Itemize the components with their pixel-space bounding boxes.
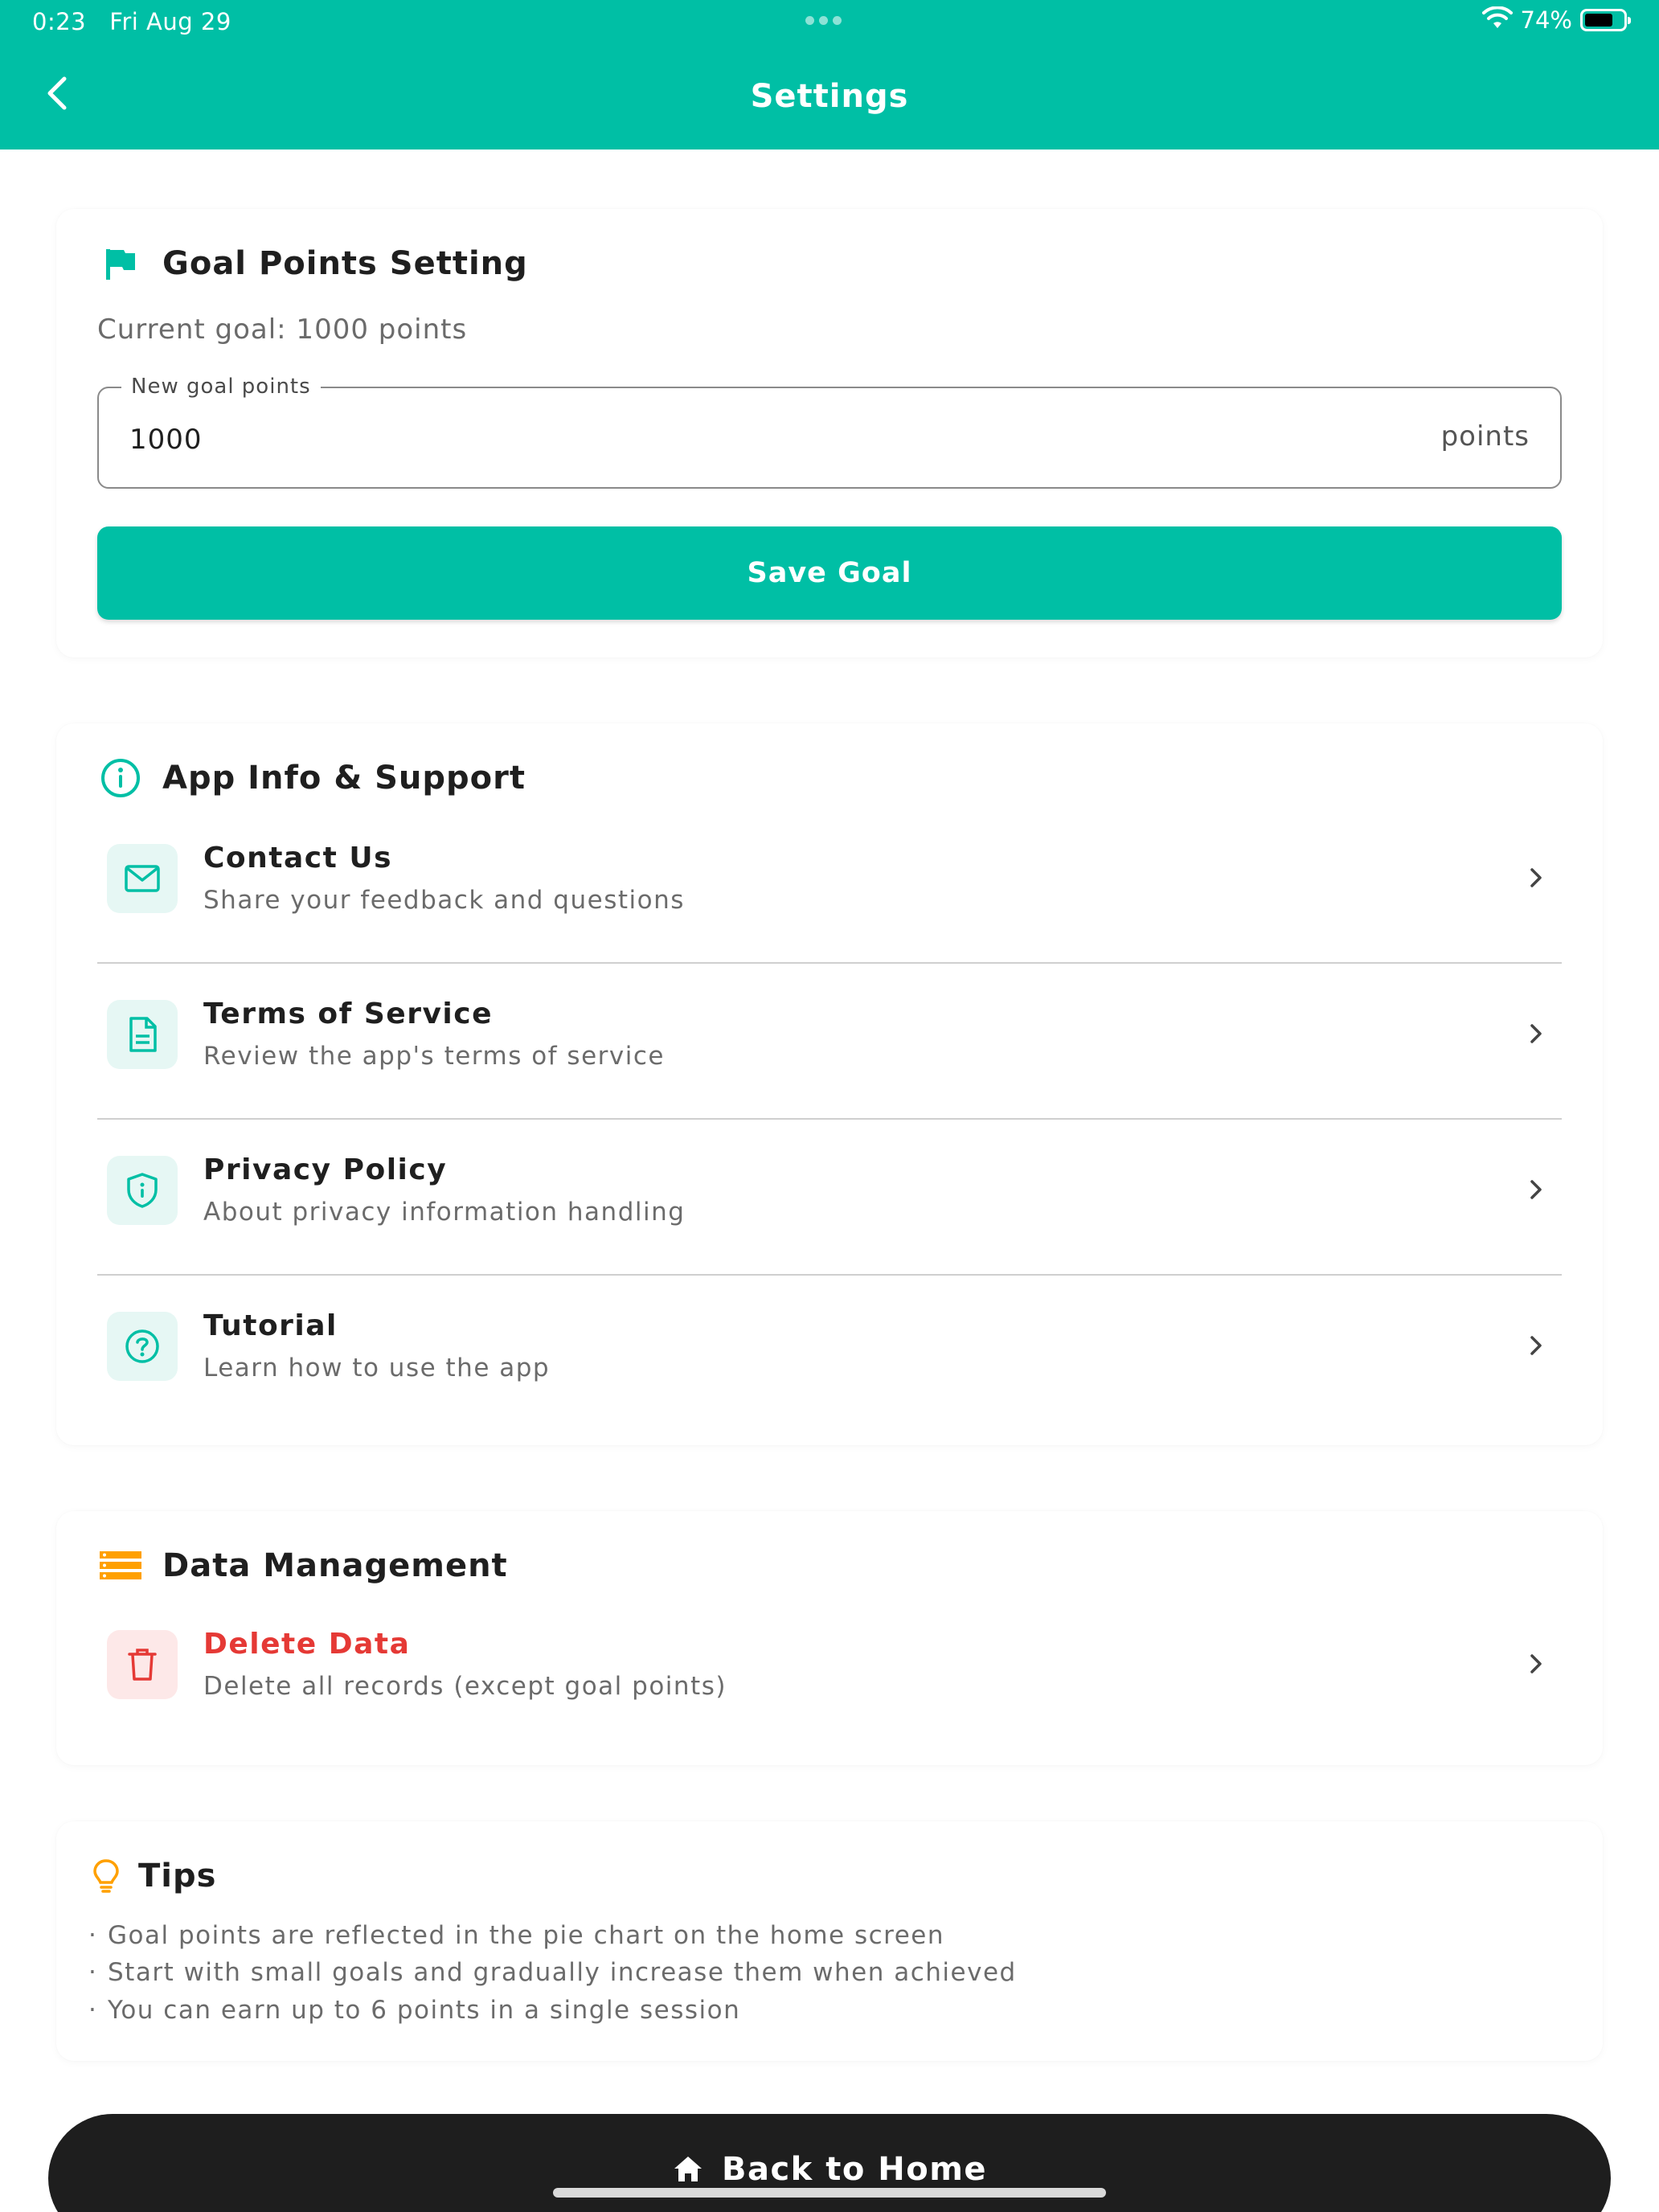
- goal-points-input[interactable]: [129, 417, 1255, 462]
- row-title: Delete Data: [203, 1628, 411, 1661]
- chevron-right-icon: [1520, 862, 1552, 894]
- chevron-right-icon: [1520, 1174, 1552, 1206]
- status-time: 0:23 Fri Aug 29: [32, 8, 231, 35]
- divider: [97, 1274, 1562, 1276]
- help-circle-icon: [107, 1312, 178, 1381]
- home-icon: [674, 2157, 702, 2181]
- goal-points-field[interactable]: New goal points points: [97, 374, 1562, 489]
- battery-icon: [1580, 9, 1631, 31]
- mail-icon: [107, 844, 178, 913]
- divider: [97, 962, 1562, 964]
- data-management-card: Data Management Delete Data Delete all r…: [56, 1511, 1603, 1765]
- data-card-title: Data Management: [98, 1543, 508, 1588]
- app-header: 0:23 Fri Aug 29 74% Settings: [0, 0, 1659, 150]
- row-title: Contact Us: [203, 842, 393, 875]
- goal-field-suffix: points: [1440, 420, 1530, 453]
- save-goal-button[interactable]: Save Goal: [97, 526, 1562, 620]
- lightbulb-icon: [90, 1854, 122, 1899]
- home-indicator[interactable]: [553, 2188, 1106, 2198]
- divider: [97, 1118, 1562, 1120]
- trash-icon: [107, 1630, 178, 1699]
- row-subtitle: About privacy information handling: [203, 1198, 686, 1227]
- document-icon: [107, 1000, 178, 1069]
- row-subtitle: Share your feedback and questions: [203, 886, 685, 915]
- multitasking-dots-icon[interactable]: [805, 16, 842, 25]
- tips-title: Tips: [90, 1854, 216, 1899]
- wifi-icon: [1481, 6, 1513, 34]
- shield-icon: [107, 1156, 178, 1225]
- data-card-title-text: Data Management: [162, 1547, 508, 1584]
- chevron-right-icon: [1520, 1329, 1552, 1362]
- app-info-card: App Info & Support Contact Us Share your…: [56, 723, 1603, 1445]
- tip-item: · Goal points are reflected in the pie ch…: [88, 1921, 945, 1950]
- contact-us-row[interactable]: Contact Us Share your feedback and quest…: [97, 813, 1562, 956]
- current-goal-text: Current goal: 1000 points: [97, 313, 468, 346]
- goal-card-title: Goal Points Setting: [98, 241, 528, 286]
- status-right: 74%: [1481, 6, 1631, 34]
- row-title: Tutorial: [203, 1309, 338, 1342]
- flag-icon: [98, 241, 143, 286]
- tip-item: · You can earn up to 6 points in a single…: [88, 1996, 741, 2025]
- info-card-title: App Info & Support: [98, 756, 526, 801]
- goal-field-label: New goal points: [121, 374, 321, 399]
- tip-item: · Start with small goals and gradually in…: [88, 1958, 1017, 1987]
- home-button-label: Back to Home: [721, 2151, 987, 2188]
- tutorial-row[interactable]: Tutorial Learn how to use the app: [97, 1281, 1562, 1424]
- goal-card-title-text: Goal Points Setting: [162, 245, 528, 282]
- privacy-policy-row[interactable]: Privacy Policy About privacy information…: [97, 1125, 1562, 1268]
- row-subtitle: Delete all records (except goal points): [203, 1672, 727, 1701]
- chevron-right-icon: [1520, 1018, 1552, 1050]
- goal-settings-card: Goal Points Setting Current goal: 1000 p…: [56, 209, 1603, 657]
- info-icon: [98, 756, 143, 801]
- terms-of-service-row[interactable]: Terms of Service Review the app's terms …: [97, 969, 1562, 1112]
- tips-card: Tips · Goal points are reflected in the p…: [56, 1821, 1603, 2061]
- info-card-title-text: App Info & Support: [162, 760, 526, 797]
- tips-title-text: Tips: [138, 1858, 217, 1895]
- row-title: Privacy Policy: [203, 1153, 448, 1186]
- delete-data-row[interactable]: Delete Data Delete all records (except g…: [97, 1600, 1562, 1743]
- battery-percent: 74%: [1520, 6, 1572, 34]
- chevron-right-icon: [1520, 1648, 1552, 1680]
- row-title: Terms of Service: [203, 997, 494, 1030]
- row-subtitle: Learn how to use the app: [203, 1354, 551, 1382]
- storage-icon: [98, 1543, 143, 1588]
- page-title: Settings: [750, 78, 909, 115]
- row-subtitle: Review the app's terms of service: [203, 1042, 665, 1071]
